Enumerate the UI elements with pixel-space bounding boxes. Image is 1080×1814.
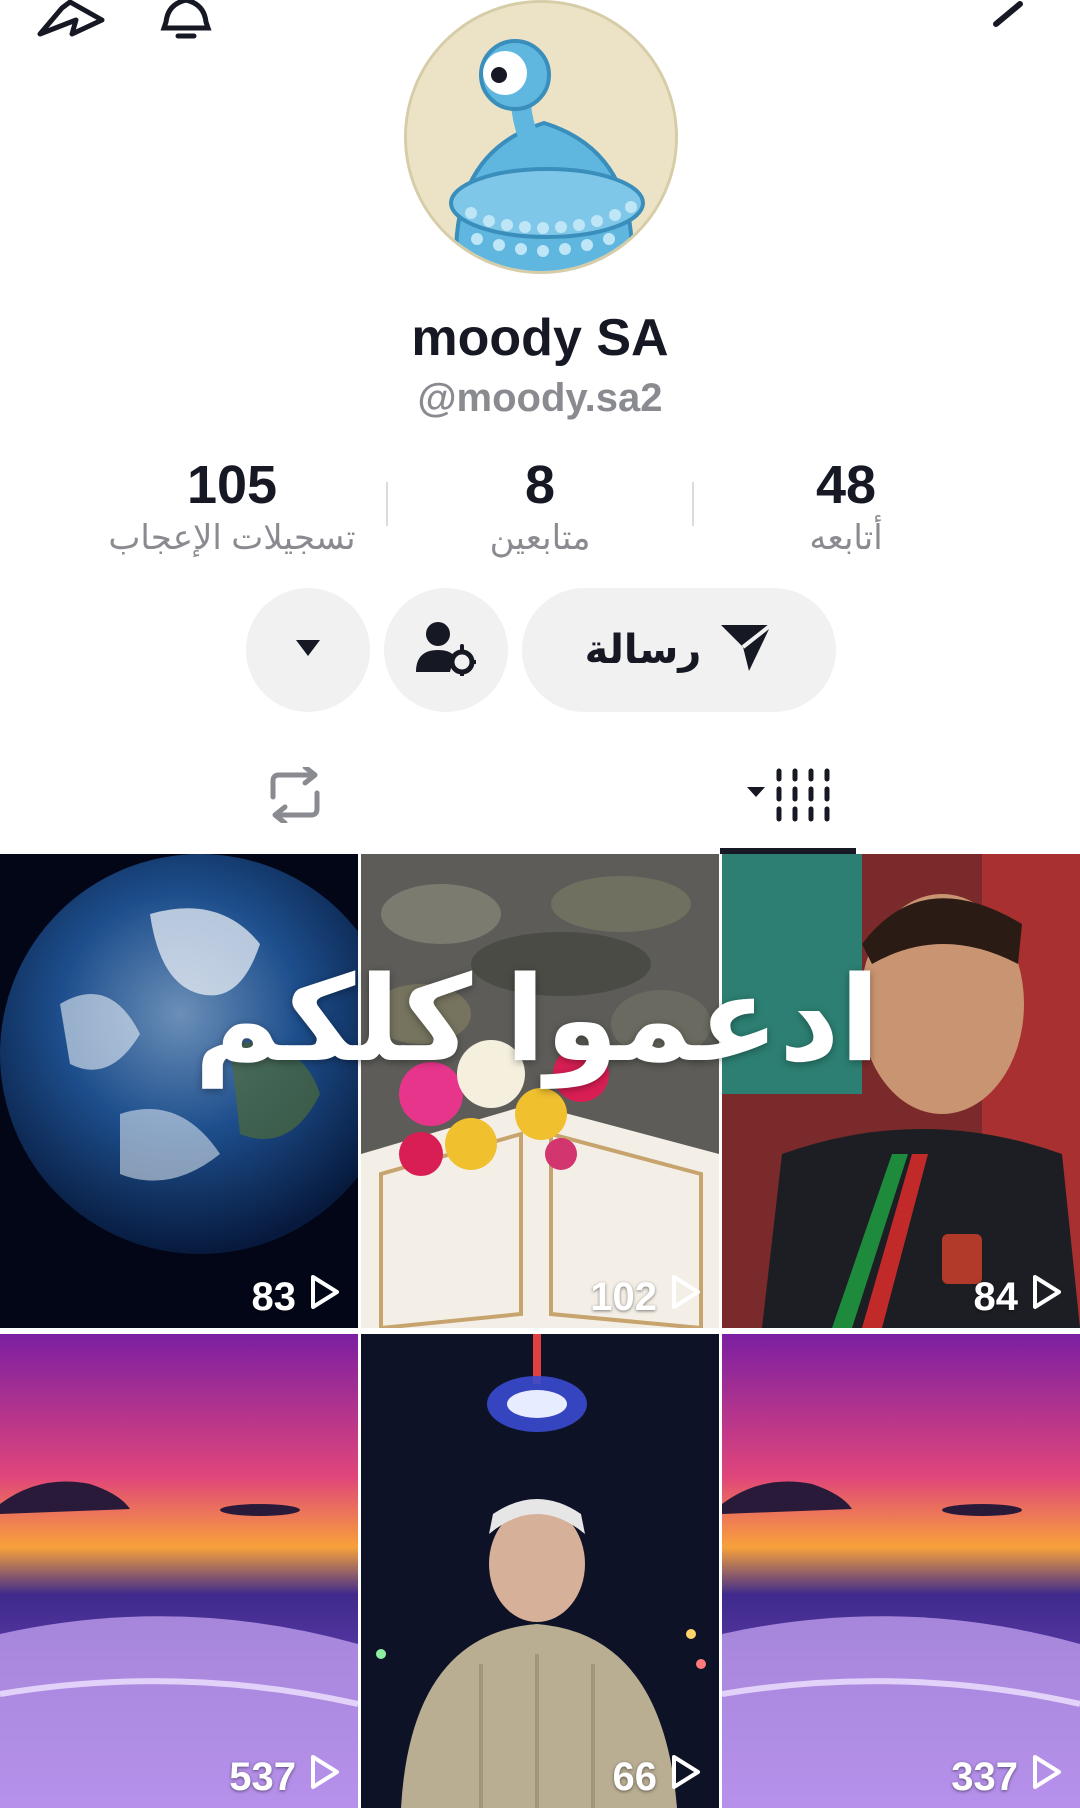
repost-icon: [263, 764, 327, 828]
video-thumbnail[interactable]: 337: [722, 1334, 1080, 1808]
view-count: 83: [252, 1274, 341, 1320]
username[interactable]: @moody.sa2: [0, 376, 1080, 421]
following-stat[interactable]: 48 أتابعه: [686, 455, 1006, 559]
view-count: 537: [229, 1754, 340, 1800]
view-count-value: 337: [951, 1754, 1018, 1799]
likes-count: 105: [186, 455, 278, 515]
content-tabs: [0, 740, 1080, 854]
play-icon: [671, 1274, 701, 1320]
tab-videos[interactable]: [720, 740, 856, 854]
following-label: أتابعه: [809, 519, 883, 557]
share-icon[interactable]: [36, 0, 108, 40]
message-button[interactable]: رسالة: [522, 588, 836, 712]
video-thumbnail[interactable]: 66: [361, 1334, 719, 1808]
view-count-value: 102: [590, 1274, 657, 1319]
followers-count: 8: [524, 455, 556, 515]
tab-reposts[interactable]: [200, 740, 390, 854]
followers-stat[interactable]: 8 متابعين: [380, 455, 700, 559]
add-user-button[interactable]: [384, 588, 508, 712]
more-options-button[interactable]: [246, 588, 370, 712]
play-icon: [1032, 1274, 1062, 1320]
avatar[interactable]: [404, 0, 678, 274]
play-icon: [310, 1274, 340, 1320]
followers-label: متابعين: [489, 519, 591, 557]
view-count-value: 537: [229, 1754, 296, 1799]
message-label: رسالة: [584, 628, 702, 672]
video-thumbnail[interactable]: 102: [361, 854, 719, 1328]
caret-down-icon: [294, 638, 322, 663]
profile-stats: 105 تسجيلات الإعجاب 8 متابعين 48 أتابعه: [0, 455, 1080, 565]
view-count-value: 84: [973, 1274, 1019, 1319]
stats-divider: [692, 482, 694, 526]
view-count: 102: [590, 1274, 701, 1320]
video-thumbnail[interactable]: 83: [0, 854, 358, 1328]
play-icon: [1032, 1754, 1062, 1800]
following-count: 48: [815, 455, 877, 515]
user-settings-icon: [416, 620, 478, 681]
view-count: 84: [974, 1274, 1063, 1320]
bell-icon[interactable]: [158, 0, 214, 40]
likes-stat[interactable]: 105 تسجيلات الإعجاب: [72, 455, 392, 559]
view-count-value: 83: [251, 1274, 297, 1319]
likes-label: تسجيلات الإعجاب: [108, 519, 356, 557]
view-count-value: 66: [612, 1754, 658, 1799]
send-icon: [719, 622, 773, 678]
stats-divider: [386, 482, 388, 526]
display-name: moody SA: [411, 309, 669, 367]
play-icon: [671, 1754, 701, 1800]
view-count: 337: [951, 1754, 1062, 1800]
chevron-right-icon[interactable]: [984, 0, 1032, 40]
video-thumbnail[interactable]: 84: [722, 854, 1080, 1328]
video-thumbnail[interactable]: 537: [0, 1334, 358, 1808]
play-icon: [310, 1754, 340, 1800]
videos-grid-icon: [745, 767, 831, 828]
view-count: 66: [613, 1754, 702, 1800]
video-grid: 83 102 84 537 66 337: [0, 854, 1080, 1814]
